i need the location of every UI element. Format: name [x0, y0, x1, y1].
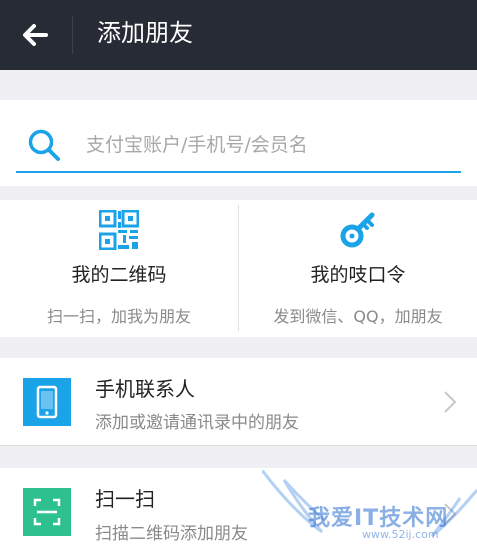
phone-icon — [23, 378, 71, 426]
chevron-right-icon — [441, 389, 459, 415]
key-icon — [338, 210, 378, 250]
row-divider — [0, 445, 477, 446]
my-code-word-subtitle: 发到微信、QQ，加朋友 — [273, 307, 443, 326]
scan-row[interactable]: 扫一扫 扫描二维码添加朋友 — [0, 468, 477, 548]
phone-contacts-row[interactable]: 手机联系人 添加或邀请通讯录中的朋友 — [0, 358, 477, 446]
back-arrow-icon[interactable] — [18, 18, 52, 52]
search-input[interactable] — [86, 130, 456, 160]
qr-code-icon — [98, 209, 140, 251]
top-bar: 添加朋友 — [0, 0, 477, 70]
my-qr-code-title: 我的二维码 — [71, 264, 167, 286]
my-qr-code-tile[interactable]: 我的二维码 扫一扫，加我为朋友 — [0, 200, 238, 337]
scan-title: 扫一扫 — [95, 487, 155, 511]
search-underline — [16, 171, 461, 173]
phone-contacts-title: 手机联系人 — [95, 377, 195, 401]
chevron-right-icon — [441, 501, 459, 527]
scan-subtitle: 扫描二维码添加朋友 — [95, 524, 248, 544]
header-divider — [72, 16, 73, 54]
my-qr-code-subtitle: 扫一扫，加我为朋友 — [46, 307, 191, 326]
page-title: 添加朋友 — [97, 19, 193, 47]
my-code-word-title: 我的吱口令 — [310, 264, 406, 286]
scan-icon — [23, 488, 71, 536]
phone-contacts-subtitle: 添加或邀请通讯录中的朋友 — [95, 413, 299, 433]
search-icon — [26, 127, 62, 163]
my-code-word-tile[interactable]: 我的吱口令 发到微信、QQ，加朋友 — [239, 200, 477, 337]
